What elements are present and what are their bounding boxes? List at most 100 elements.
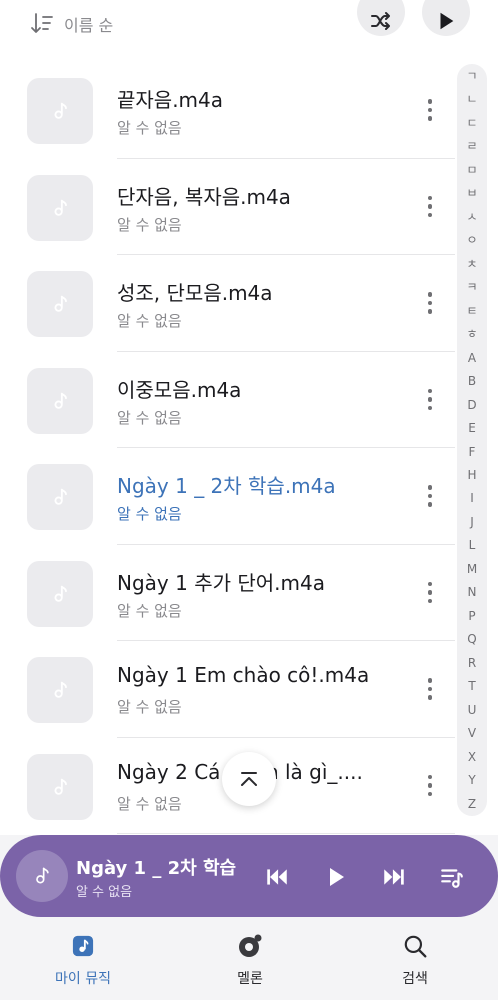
index-letter[interactable]: J [470,516,474,528]
music-note-icon [54,778,67,795]
index-letter[interactable]: ㅁ [466,164,477,176]
song-row[interactable]: 단자음, 복자음.m4a 알 수 없음 [0,159,455,255]
index-letter[interactable]: X [468,751,476,763]
song-artist: 알 수 없음 [117,601,182,620]
more-options-icon[interactable] [418,478,442,514]
album-art-placeholder [27,271,93,337]
song-artist: 알 수 없음 [117,312,182,330]
nav-my-music[interactable]: 마이 뮤직 [23,933,143,988]
index-letter[interactable]: ㅌ [466,305,477,317]
album-art-placeholder [27,753,93,820]
melon-icon [237,933,263,959]
shuffle-button[interactable] [357,0,405,36]
index-letter[interactable]: E [468,422,476,434]
index-letter[interactable]: L [469,539,476,551]
index-letter[interactable]: ㅊ [466,258,477,270]
music-note-icon [36,867,49,884]
index-letter[interactable]: F [469,446,476,458]
nav-search[interactable]: 검색 [355,933,475,988]
song-artist: 알 수 없음 [117,119,182,137]
music-note-icon [54,585,67,602]
index-letter[interactable]: D [467,399,476,411]
sort-button[interactable]: 이름 순 [30,12,113,36]
index-letter[interactable]: ㄹ [466,140,477,152]
index-letter[interactable]: I [470,492,474,504]
index-letter[interactable]: Q [467,633,476,645]
skip-next-icon [384,869,404,885]
song-row[interactable]: 끝자음.m4a 알 수 없음 [0,62,455,159]
index-letter[interactable]: U [468,704,477,716]
song-title: 이중모음.m4a [117,377,242,402]
song-row[interactable]: Ngày 1 Em chào cô!.m4a 알 수 없음 [0,641,455,738]
nav-melon[interactable]: 멜론 [190,933,310,988]
song-artist: 알 수 없음 [117,698,182,716]
song-row[interactable]: 이중모음.m4a 알 수 없음 [0,352,455,448]
song-artist: 알 수 없음 [117,215,182,234]
search-icon [402,933,428,959]
index-letter[interactable]: ㅅ [466,211,477,223]
chevron-up-icon [241,772,257,786]
play-icon [440,12,454,30]
music-note-icon [54,102,67,119]
song-artist: 알 수 없음 [117,408,182,427]
skip-previous-icon [267,869,287,885]
song-list: 끝자음.m4a 알 수 없음 단자음, 복자음.m4a 알 수 없음 성조, 단모음.m… [0,62,455,834]
index-letter[interactable]: N [468,586,477,598]
scroll-to-top-button[interactable] [222,752,276,806]
now-playing-title: Ngày 1 _ 2차 학습 [76,858,237,879]
index-letter[interactable]: Z [468,798,476,810]
song-row[interactable]: 성조, 단모음.m4a 알 수 없음 [0,255,455,352]
play-button[interactable] [322,863,350,891]
album-art-placeholder [27,78,93,144]
previous-button[interactable] [263,863,291,891]
index-letter[interactable]: P [468,610,475,622]
bottom-navigation: 마이 뮤직 멜론 검색 [0,917,498,1000]
song-title: 단자음, 복자음.m4a [117,184,291,209]
more-options-icon[interactable] [418,575,442,611]
music-note-icon [54,392,67,409]
play-icon [330,868,344,886]
song-row[interactable]: Ngày 1 추가 단어.m4a 알 수 없음 [0,545,455,641]
sort-label: 이름 순 [64,16,114,35]
album-art-placeholder [27,464,93,530]
index-letter[interactable]: H [467,469,476,481]
index-letter[interactable]: ㄴ [466,93,477,105]
index-letter[interactable]: ㅋ [466,281,477,293]
playlist-button[interactable] [438,863,466,891]
more-options-icon[interactable] [418,189,442,225]
more-options-icon[interactable] [418,92,442,128]
music-note-icon [54,681,67,698]
song-title: Ngày 1 Em chào cô!.m4a [117,663,370,687]
alphabet-index-bar[interactable]: ㄱㄴㄷㄹㅁㅂㅅㅇㅊㅋㅌㅎABDEFHIJLMNPQRTUVXYZ [457,64,487,816]
play-all-button[interactable] [422,0,470,36]
index-letter[interactable]: ㅂ [466,187,477,199]
nav-melon-label: 멜론 [237,971,263,987]
index-letter[interactable]: M [467,563,477,575]
shuffle-icon [371,12,390,30]
index-letter[interactable]: T [468,680,475,692]
album-art-placeholder [27,560,93,627]
index-letter[interactable]: ㄷ [466,117,477,129]
mini-player[interactable]: Ngày 1 _ 2차 학습 알 수 없음 [0,835,498,917]
song-artist: 알 수 없음 [117,505,182,523]
nav-my-music-label: 마이 뮤직 [55,971,111,987]
more-options-icon[interactable] [418,382,442,418]
index-letter[interactable]: ㄱ [466,70,477,82]
index-letter[interactable]: R [468,657,476,669]
index-letter[interactable]: A [468,352,476,364]
index-letter[interactable]: B [468,375,476,387]
song-title: Ngày 1 추가 단어.m4a [117,570,325,595]
now-playing-artist: 알 수 없음 [76,885,133,900]
more-options-icon[interactable] [418,671,442,707]
more-options-icon[interactable] [418,285,442,321]
next-button[interactable] [380,863,408,891]
index-letter[interactable]: ㅎ [466,328,477,340]
index-letter[interactable]: V [468,727,476,739]
index-letter[interactable]: ㅇ [466,234,477,246]
music-note-icon [54,488,67,505]
divider [117,833,455,834]
index-letter[interactable]: Y [468,774,475,786]
sort-icon [31,13,53,33]
song-row[interactable]: Ngày 1 _ 2차 학습.m4a 알 수 없음 [0,448,455,545]
more-options-icon[interactable] [418,768,442,804]
